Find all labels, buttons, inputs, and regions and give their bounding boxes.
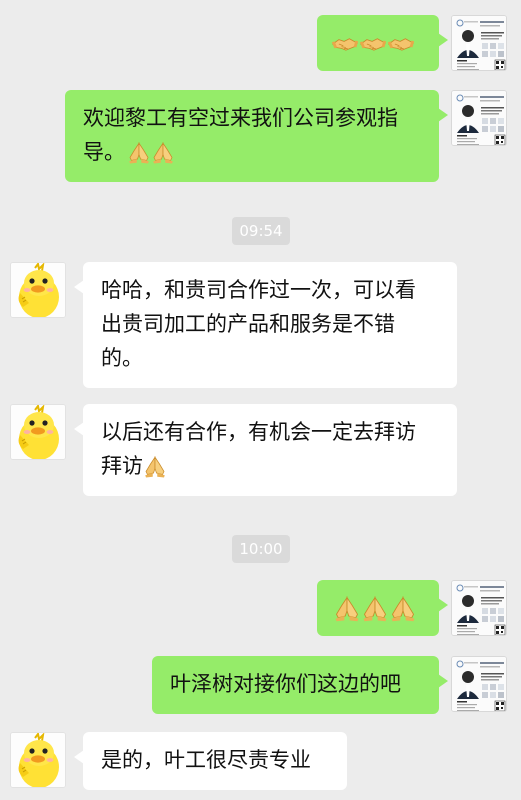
message-text-line: 哈哈，和贵司合作过一次，可以看 xyxy=(101,278,416,302)
timestamp: 09:54 xyxy=(232,217,290,245)
pray-icon xyxy=(143,455,167,479)
message-bubble-outgoing[interactable] xyxy=(317,580,448,636)
message-text-line: 出贵司加工的产品和服务是不错 xyxy=(101,312,395,336)
message-bubble-outgoing[interactable]: 欢迎黎工有空过来我们公司参观指 导。 xyxy=(65,90,448,182)
handshake-icon xyxy=(359,31,387,57)
message-text: 是的，叶工很尽责专业 xyxy=(101,748,311,772)
message-bubble-outgoing[interactable] xyxy=(317,15,448,71)
message-bubble-incoming[interactable]: 哈哈，和贵司合作过一次，可以看 出贵司加工的产品和服务是不错 的。 xyxy=(74,262,457,388)
timestamp: 10:00 xyxy=(232,535,290,563)
message-text-line: 拜访 xyxy=(101,449,439,483)
message-bubble-incoming[interactable]: 以后还有合作，有机会一定去拜访 拜访 xyxy=(74,404,457,496)
message-text-line: 导。 xyxy=(83,135,421,169)
message-text-line: 以后还有合作，有机会一定去拜访 xyxy=(101,420,416,444)
message-text: 叶泽树对接你们这边的吧 xyxy=(170,672,401,696)
business-card-avatar[interactable] xyxy=(451,580,507,636)
message-bubble-incoming[interactable]: 是的，叶工很尽责专业 xyxy=(74,732,347,790)
yellow-duck-avatar[interactable] xyxy=(10,732,66,788)
pray-icon xyxy=(361,595,389,623)
pray-icon xyxy=(333,595,361,623)
message-text-line: 的。 xyxy=(101,346,143,370)
pray-icon xyxy=(151,141,175,165)
message-bubble-outgoing[interactable]: 叶泽树对接你们这边的吧 xyxy=(152,656,448,714)
message-text-line: 欢迎黎工有空过来我们公司参观指 xyxy=(83,106,398,130)
business-card-avatar[interactable] xyxy=(451,656,507,712)
yellow-duck-avatar[interactable] xyxy=(10,404,66,460)
handshake-icon xyxy=(387,31,415,57)
yellow-duck-avatar[interactable] xyxy=(10,262,66,318)
handshake-icon xyxy=(331,31,359,57)
pray-icon xyxy=(127,141,151,165)
pray-icon xyxy=(389,595,417,623)
business-card-avatar[interactable] xyxy=(451,90,507,146)
business-card-avatar[interactable] xyxy=(451,15,507,71)
